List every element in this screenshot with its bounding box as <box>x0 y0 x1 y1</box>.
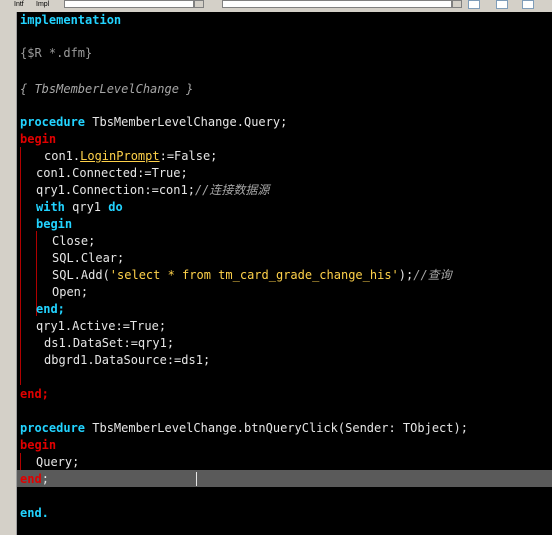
code-line: con1.LoginPrompt:=False; <box>44 149 218 163</box>
navigate-icon[interactable] <box>468 0 480 9</box>
code-line: procedure TbsMemberLevelChange.btnQueryC… <box>20 421 468 435</box>
tab-intf[interactable]: Intf <box>12 0 26 9</box>
code-line: qry1.Active:=True; <box>36 319 167 333</box>
code-line: Open; <box>52 285 89 299</box>
code-line: { TbsMemberLevelChange } <box>20 82 194 96</box>
code-line: begin <box>20 438 57 452</box>
code-line: dbgrd1.DataSource:=ds1; <box>44 353 211 367</box>
code-line: procedure TbsMemberLevelChange.Query; <box>20 115 288 129</box>
code-line: con1.Connected:=True; <box>36 166 188 180</box>
bookmark-icon[interactable] <box>522 0 534 9</box>
list-icon[interactable] <box>496 0 508 9</box>
block-guide <box>20 147 21 385</box>
code-line-current: end; <box>20 472 49 486</box>
method-selector-combo[interactable] <box>222 0 452 8</box>
method-selector-dropdown[interactable] <box>452 0 462 8</box>
code-line: SQL.Clear; <box>52 251 125 265</box>
code-line: Query; <box>36 455 80 469</box>
tab-impl[interactable]: Impl <box>34 0 51 9</box>
code-line: begin <box>20 132 57 146</box>
class-selector-dropdown[interactable] <box>194 0 204 8</box>
class-selector-combo[interactable] <box>64 0 194 8</box>
code-line: ds1.DataSet:=qry1; <box>44 336 175 350</box>
code-line: with qry1 do <box>36 200 123 214</box>
code-line: qry1.Connection:=con1;//连接数据源 <box>36 183 270 197</box>
code-line: begin <box>36 217 73 231</box>
block-guide <box>20 453 21 470</box>
code-line: {$R *.dfm} <box>20 46 93 60</box>
text-caret <box>196 472 197 486</box>
editor-gutter[interactable] <box>0 12 17 535</box>
code-line: end. <box>20 506 49 520</box>
code-line: SQL.Add('select * from tm_card_grade_cha… <box>52 268 452 282</box>
code-line: implementation <box>20 13 122 27</box>
code-line: Close; <box>52 234 96 248</box>
code-editor[interactable]: implementation {$R *.dfm} { TbsMemberLev… <box>17 12 552 535</box>
code-line: end; <box>36 302 65 316</box>
code-line: end; <box>20 387 49 401</box>
current-line-highlight <box>17 470 552 487</box>
